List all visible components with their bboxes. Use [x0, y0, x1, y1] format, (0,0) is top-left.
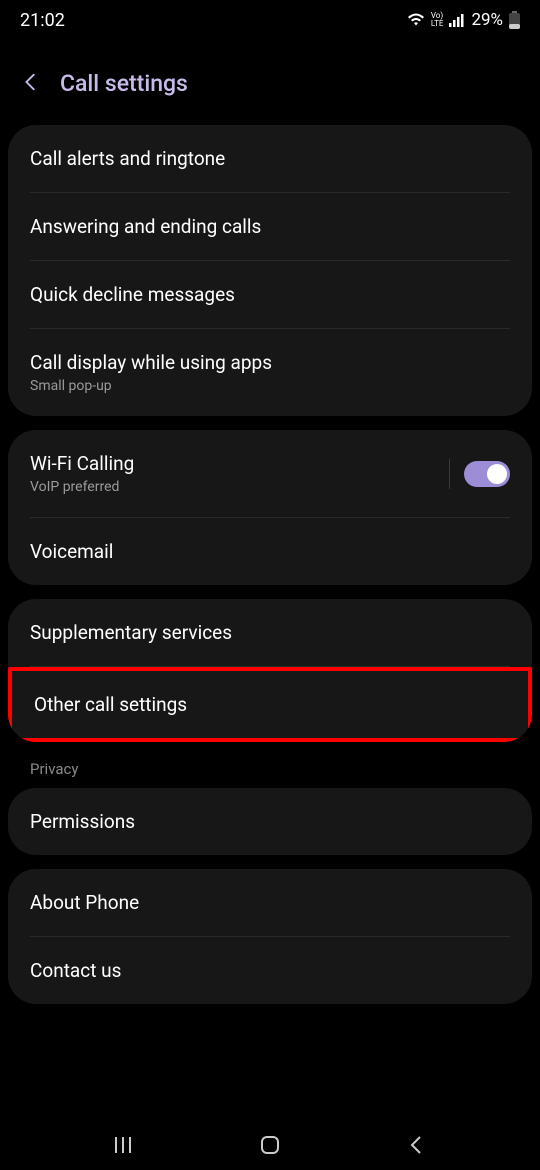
item-label: About Phone: [30, 891, 139, 914]
privacy-group: Permissions: [8, 788, 532, 855]
item-label: Supplementary services: [30, 621, 232, 644]
back-button[interactable]: [406, 1134, 428, 1156]
status-time: 21:02: [20, 10, 65, 31]
item-label: Call display while using apps: [30, 351, 272, 374]
call-alerts-ringtone[interactable]: Call alerts and ringtone: [8, 125, 532, 192]
signal-icon: [449, 13, 465, 27]
privacy-section-label: Privacy: [8, 756, 532, 788]
answering-ending-calls[interactable]: Answering and ending calls: [8, 193, 532, 260]
other-call-settings[interactable]: Other call settings: [12, 671, 528, 738]
status-bar: 21:02 Vo)LTE 29%: [0, 0, 540, 40]
voicemail[interactable]: Voicemail: [8, 518, 532, 585]
item-label: Other call settings: [34, 693, 187, 716]
item-label: Call alerts and ringtone: [30, 147, 225, 170]
about-phone[interactable]: About Phone: [8, 869, 532, 936]
back-icon[interactable]: [20, 71, 42, 97]
item-label: Quick decline messages: [30, 283, 235, 306]
permissions[interactable]: Permissions: [8, 788, 532, 855]
item-label: Permissions: [30, 810, 135, 833]
volte-icon: Vo)LTE: [431, 12, 444, 28]
home-button[interactable]: [259, 1134, 281, 1156]
item-label: Voicemail: [30, 540, 113, 563]
wifi-calling[interactable]: Wi-Fi Calling VoIP preferred: [8, 430, 532, 517]
item-subtitle: Small pop-up: [30, 378, 272, 394]
supplementary-services[interactable]: Supplementary services: [8, 599, 532, 666]
wifi-calling-toggle[interactable]: [464, 461, 510, 487]
navigation-bar: [0, 1120, 540, 1170]
settings-group-1: Call alerts and ringtone Answering and e…: [8, 125, 532, 416]
settings-group-2: Wi-Fi Calling VoIP preferred Voicemail: [8, 430, 532, 585]
item-label: Wi-Fi Calling: [30, 452, 134, 475]
contact-us[interactable]: Contact us: [8, 937, 532, 1004]
header: Call settings: [0, 40, 540, 125]
divider: [449, 459, 450, 489]
page-title: Call settings: [60, 70, 188, 97]
item-label: Answering and ending calls: [30, 215, 261, 238]
item-subtitle: VoIP preferred: [30, 479, 134, 495]
item-label: Contact us: [30, 959, 121, 982]
call-display-while-using-apps[interactable]: Call display while using apps Small pop-…: [8, 329, 532, 416]
wifi-icon: [407, 13, 425, 27]
highlight-annotation: Other call settings: [8, 667, 532, 742]
quick-decline-messages[interactable]: Quick decline messages: [8, 261, 532, 328]
recents-button[interactable]: [112, 1134, 134, 1156]
battery-icon: [509, 11, 520, 29]
settings-group-3: Supplementary services Other call settin…: [8, 599, 532, 742]
about-group: About Phone Contact us: [8, 869, 532, 1004]
battery-text: 29%: [471, 10, 503, 30]
status-indicators: Vo)LTE 29%: [407, 10, 520, 30]
